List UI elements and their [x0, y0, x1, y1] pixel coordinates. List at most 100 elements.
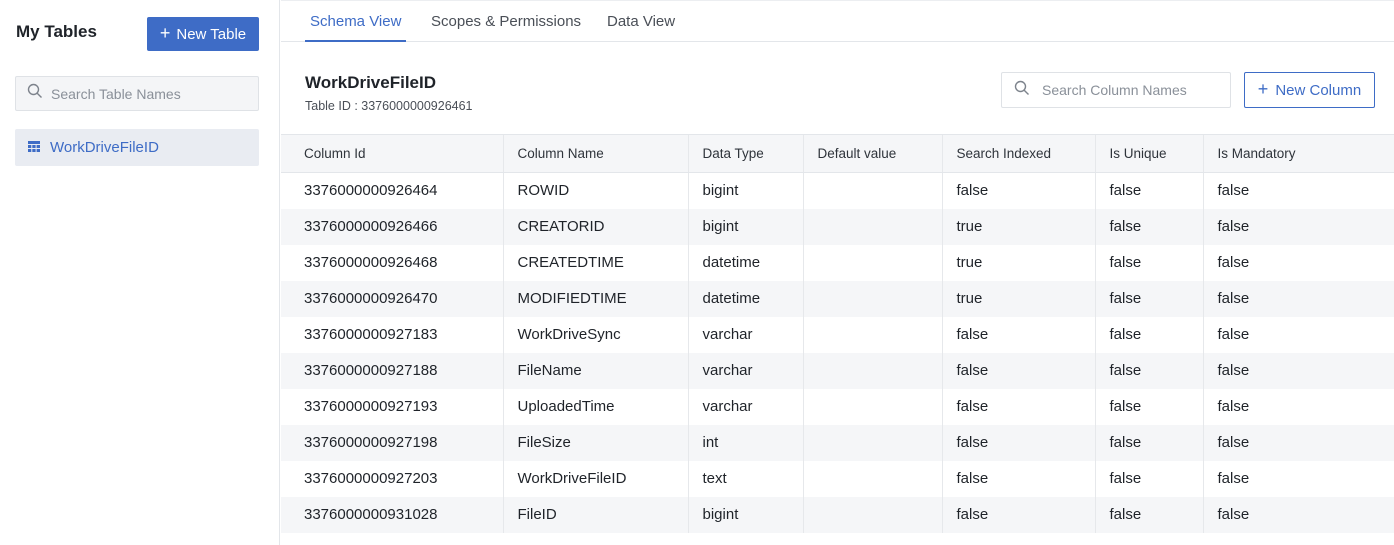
- cell-search-indexed: false: [941, 460, 1095, 497]
- table-row[interactable]: 3376000000926468 CREATEDTIME datetime true f…: [281, 244, 1394, 281]
- cell-search-indexed: false: [941, 172, 1095, 209]
- view-tabs: Schema View Scopes & Permissions Data Vi…: [281, 0, 1394, 42]
- schema-table-header: Column Id Column Name Data Type Default val…: [281, 134, 1394, 173]
- cell-column-name: CREATORID: [502, 208, 688, 245]
- plus-icon: +: [1257, 79, 1269, 99]
- table-title: WorkDriveFileID: [305, 73, 437, 92]
- cell-default-value: [802, 208, 942, 245]
- tab-data-view[interactable]: Data View: [607, 13, 675, 42]
- header-default-value: Default value: [802, 134, 942, 173]
- cell-column-id: 3376000000927183: [281, 316, 503, 353]
- cell-is-mandatory: false: [1202, 460, 1394, 497]
- app-root: My Tables + New Table Search Table Names…: [0, 0, 1394, 545]
- column-search-box[interactable]: [1001, 72, 1231, 108]
- cell-is-unique: false: [1094, 280, 1203, 317]
- cell-column-id: 3376000000927193: [281, 388, 503, 425]
- table-row[interactable]: 3376000000927203 WorkDriveFileID text false…: [281, 460, 1394, 497]
- table-id-text: Table ID : 3376000000926461: [305, 99, 473, 113]
- cell-default-value: [802, 424, 942, 461]
- cell-default-value: [802, 280, 942, 317]
- new-table-button[interactable]: + New Table: [147, 17, 259, 51]
- cell-column-name: UploadedTime: [502, 388, 688, 425]
- cell-data-type: varchar: [687, 316, 803, 353]
- cell-is-mandatory: false: [1202, 496, 1394, 533]
- cell-is-unique: false: [1094, 460, 1203, 497]
- table-search-input[interactable]: [51, 85, 241, 102]
- header-column-id: Column Id: [281, 134, 503, 173]
- cell-data-type: datetime: [687, 280, 803, 317]
- plus-icon: +: [159, 23, 171, 43]
- table-row[interactable]: 3376000000927198 FileSize int false false fal…: [281, 424, 1394, 461]
- sidebar-item-label: WorkDriveFileID: [50, 139, 159, 156]
- cell-column-name: ROWID: [502, 172, 688, 209]
- table-row[interactable]: 3376000000931028 FileID bigint false false fa…: [281, 496, 1394, 533]
- cell-default-value: [802, 460, 942, 497]
- main-panel: Schema View Scopes & Permissions Data Vi…: [281, 0, 1394, 545]
- cell-data-type: varchar: [687, 388, 803, 425]
- search-icon: [27, 83, 43, 104]
- table-search-box[interactable]: [15, 76, 259, 111]
- cell-is-unique: false: [1094, 172, 1203, 209]
- cell-column-name: WorkDriveSync: [502, 316, 688, 353]
- cell-column-id: 3376000000927203: [281, 460, 503, 497]
- cell-search-indexed: true: [941, 280, 1095, 317]
- sidebar-item-workdrivefileid[interactable]: WorkDriveFileID: [15, 129, 259, 166]
- header-data-type: Data Type: [687, 134, 803, 173]
- cell-data-type: datetime: [687, 244, 803, 281]
- cell-is-mandatory: false: [1202, 244, 1394, 281]
- cell-search-indexed: true: [941, 208, 1095, 245]
- cell-column-id: 3376000000927188: [281, 352, 503, 389]
- cell-default-value: [802, 388, 942, 425]
- cell-default-value: [802, 244, 942, 281]
- cell-data-type: varchar: [687, 352, 803, 389]
- cell-is-unique: false: [1094, 244, 1203, 281]
- cell-column-id: 3376000000926470: [281, 280, 503, 317]
- table-row[interactable]: 3376000000927188 FileName varchar false fals…: [281, 352, 1394, 389]
- cell-is-mandatory: false: [1202, 316, 1394, 353]
- cell-data-type: int: [687, 424, 803, 461]
- cell-default-value: [802, 316, 942, 353]
- cell-is-unique: false: [1094, 352, 1203, 389]
- column-search-input[interactable]: [1042, 82, 1230, 98]
- cell-is-mandatory: false: [1202, 352, 1394, 389]
- table-row[interactable]: 3376000000927193 UploadedTime varchar false…: [281, 388, 1394, 425]
- cell-column-name: FileName: [502, 352, 688, 389]
- table-row[interactable]: 3376000000926464 ROWID bigint false false fal…: [281, 172, 1394, 209]
- new-column-button[interactable]: + New Column: [1244, 72, 1375, 108]
- table-row[interactable]: 3376000000927183 WorkDriveSync varchar fals…: [281, 316, 1394, 353]
- header-row: Column Id Column Name Data Type Default val…: [281, 134, 1394, 173]
- cell-is-unique: false: [1094, 316, 1203, 353]
- cell-is-mandatory: false: [1202, 280, 1394, 317]
- cell-column-name: MODIFIEDTIME: [502, 280, 688, 317]
- cell-column-id: 3376000000931028: [281, 496, 503, 533]
- cell-is-unique: false: [1094, 424, 1203, 461]
- cell-default-value: [802, 352, 942, 389]
- header-is-mandatory: Is Mandatory: [1202, 134, 1394, 173]
- cell-search-indexed: true: [941, 244, 1095, 281]
- tab-scopes-permissions[interactable]: Scopes & Permissions: [431, 13, 581, 42]
- header-column-name: Column Name: [502, 134, 688, 173]
- cell-is-unique: false: [1094, 208, 1203, 245]
- cell-column-id: 3376000000926466: [281, 208, 503, 245]
- cell-column-name: FileSize: [502, 424, 688, 461]
- cell-search-indexed: false: [941, 424, 1095, 461]
- search-icon: [1014, 80, 1030, 101]
- cell-is-mandatory: false: [1202, 208, 1394, 245]
- cell-column-name: WorkDriveFileID: [502, 460, 688, 497]
- cell-data-type: bigint: [687, 208, 803, 245]
- table-row[interactable]: 3376000000926466 CREATORID bigint true false…: [281, 208, 1394, 245]
- cell-search-indexed: false: [941, 496, 1095, 533]
- cell-data-type: text: [687, 460, 803, 497]
- cell-is-unique: false: [1094, 496, 1203, 533]
- cell-default-value: [802, 496, 942, 533]
- table-row[interactable]: 3376000000926470 MODIFIEDTIME datetime true…: [281, 280, 1394, 317]
- cell-column-id: 3376000000926464: [281, 172, 503, 209]
- cell-is-mandatory: false: [1202, 424, 1394, 461]
- cell-search-indexed: false: [941, 388, 1095, 425]
- cell-is-mandatory: false: [1202, 388, 1394, 425]
- tab-schema-view[interactable]: Schema View: [305, 13, 407, 42]
- cell-data-type: bigint: [687, 496, 803, 533]
- new-table-label: New Table: [176, 25, 247, 43]
- cell-is-mandatory: false: [1202, 172, 1394, 209]
- cell-column-name: FileID: [502, 496, 688, 533]
